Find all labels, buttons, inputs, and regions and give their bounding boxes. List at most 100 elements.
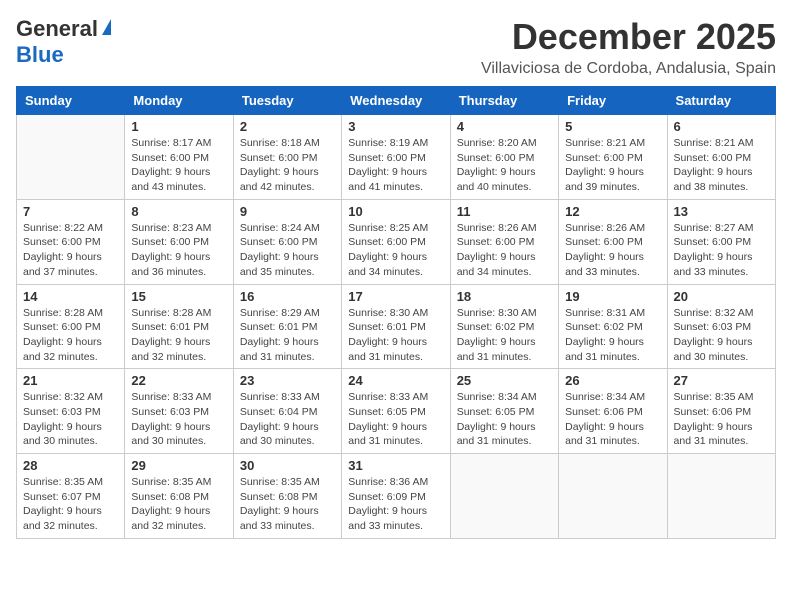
day-number: 31 <box>348 458 443 473</box>
day-info: Sunrise: 8:35 AMSunset: 6:08 PMDaylight:… <box>240 475 335 534</box>
day-number: 16 <box>240 289 335 304</box>
day-number: 21 <box>23 373 118 388</box>
day-number: 9 <box>240 204 335 219</box>
day-number: 6 <box>674 119 769 134</box>
day-number: 17 <box>348 289 443 304</box>
calendar-cell <box>450 454 558 539</box>
calendar-cell: 31 Sunrise: 8:36 AMSunset: 6:09 PMDayligh… <box>342 454 450 539</box>
day-info: Sunrise: 8:17 AMSunset: 6:00 PMDaylight:… <box>131 136 226 195</box>
calendar-week-row: 14 Sunrise: 8:28 AMSunset: 6:00 PMDayligh… <box>17 284 776 369</box>
calendar-cell: 20 Sunrise: 8:32 AMSunset: 6:03 PMDayligh… <box>667 284 775 369</box>
day-number: 7 <box>23 204 118 219</box>
day-info: Sunrise: 8:28 AMSunset: 6:00 PMDaylight:… <box>23 306 118 365</box>
logo-triangle-icon <box>102 19 111 35</box>
calendar-cell: 8 Sunrise: 8:23 AMSunset: 6:00 PMDaylight… <box>125 199 233 284</box>
day-info: Sunrise: 8:22 AMSunset: 6:00 PMDaylight:… <box>23 221 118 280</box>
calendar-week-row: 21Sunrise: 8:32 AMSunset: 6:03 PMDayligh… <box>17 369 776 454</box>
day-info: Sunrise: 8:25 AMSunset: 6:00 PMDaylight:… <box>348 221 443 280</box>
day-number: 5 <box>565 119 660 134</box>
weekday-header: Saturday <box>667 87 775 115</box>
title-block: December 2025 Villaviciosa de Cordoba, A… <box>481 16 776 78</box>
calendar-cell: 10 Sunrise: 8:25 AMSunset: 6:00 PMDayligh… <box>342 199 450 284</box>
day-info: Sunrise: 8:28 AMSunset: 6:01 PMDaylight:… <box>131 306 226 365</box>
calendar-cell: 15 Sunrise: 8:28 AMSunset: 6:01 PMDayligh… <box>125 284 233 369</box>
calendar-cell <box>667 454 775 539</box>
day-info: Sunrise: 8:26 AMSunset: 6:00 PMDaylight:… <box>565 221 660 280</box>
day-number: 27 <box>674 373 769 388</box>
day-number: 20 <box>674 289 769 304</box>
day-number: 26 <box>565 373 660 388</box>
day-number: 24 <box>348 373 443 388</box>
weekday-header: Friday <box>559 87 667 115</box>
calendar-week-row: 1 Sunrise: 8:17 AMSunset: 6:00 PMDaylight… <box>17 115 776 200</box>
calendar-cell: 7 Sunrise: 8:22 AMSunset: 6:00 PMDaylight… <box>17 199 125 284</box>
day-info: Sunrise: 8:21 AMSunset: 6:00 PMDaylight:… <box>565 136 660 195</box>
calendar-cell: 19Sunrise: 8:31 AMSunset: 6:02 PMDayligh… <box>559 284 667 369</box>
calendar-cell: 17 Sunrise: 8:30 AMSunset: 6:01 PMDayligh… <box>342 284 450 369</box>
day-number: 4 <box>457 119 552 134</box>
day-info: Sunrise: 8:35 AMSunset: 6:07 PMDaylight:… <box>23 475 118 534</box>
calendar-cell: 18Sunrise: 8:30 AMSunset: 6:02 PMDayligh… <box>450 284 558 369</box>
calendar-cell: 29 Sunrise: 8:35 AMSunset: 6:08 PMDayligh… <box>125 454 233 539</box>
logo-blue-text: Blue <box>16 42 64 68</box>
calendar-cell: 11 Sunrise: 8:26 AMSunset: 6:00 PMDayligh… <box>450 199 558 284</box>
calendar-cell: 4 Sunrise: 8:20 AMSunset: 6:00 PMDaylight… <box>450 115 558 200</box>
day-info: Sunrise: 8:24 AMSunset: 6:00 PMDaylight:… <box>240 221 335 280</box>
day-info: Sunrise: 8:32 AMSunset: 6:03 PMDaylight:… <box>674 306 769 365</box>
calendar-cell: 23Sunrise: 8:33 AMSunset: 6:04 PMDayligh… <box>233 369 341 454</box>
day-info: Sunrise: 8:35 AMSunset: 6:08 PMDaylight:… <box>131 475 226 534</box>
day-info: Sunrise: 8:36 AMSunset: 6:09 PMDaylight:… <box>348 475 443 534</box>
logo: General Blue <box>16 16 111 68</box>
day-number: 2 <box>240 119 335 134</box>
day-number: 19 <box>565 289 660 304</box>
calendar-cell: 28 Sunrise: 8:35 AMSunset: 6:07 PMDayligh… <box>17 454 125 539</box>
calendar-cell: 24 Sunrise: 8:33 AMSunset: 6:05 PMDayligh… <box>342 369 450 454</box>
day-info: Sunrise: 8:30 AMSunset: 6:01 PMDaylight:… <box>348 306 443 365</box>
day-number: 22 <box>131 373 226 388</box>
day-number: 12 <box>565 204 660 219</box>
calendar-table: SundayMondayTuesdayWednesdayThursdayFrid… <box>16 86 776 539</box>
calendar-cell: 12 Sunrise: 8:26 AMSunset: 6:00 PMDayligh… <box>559 199 667 284</box>
day-info: Sunrise: 8:34 AMSunset: 6:05 PMDaylight:… <box>457 390 552 449</box>
day-number: 25 <box>457 373 552 388</box>
day-number: 14 <box>23 289 118 304</box>
calendar-cell: 13 Sunrise: 8:27 AMSunset: 6:00 PMDayligh… <box>667 199 775 284</box>
day-number: 29 <box>131 458 226 473</box>
day-info: Sunrise: 8:19 AMSunset: 6:00 PMDaylight:… <box>348 136 443 195</box>
day-number: 28 <box>23 458 118 473</box>
day-info: Sunrise: 8:33 AMSunset: 6:04 PMDaylight:… <box>240 390 335 449</box>
calendar-cell: 2Sunrise: 8:18 AMSunset: 6:00 PMDaylight… <box>233 115 341 200</box>
calendar-cell: 1 Sunrise: 8:17 AMSunset: 6:00 PMDaylight… <box>125 115 233 200</box>
weekday-header: Sunday <box>17 87 125 115</box>
calendar-cell: 14 Sunrise: 8:28 AMSunset: 6:00 PMDayligh… <box>17 284 125 369</box>
day-info: Sunrise: 8:27 AMSunset: 6:00 PMDaylight:… <box>674 221 769 280</box>
calendar-cell: 30Sunrise: 8:35 AMSunset: 6:08 PMDayligh… <box>233 454 341 539</box>
day-info: Sunrise: 8:30 AMSunset: 6:02 PMDaylight:… <box>457 306 552 365</box>
day-info: Sunrise: 8:26 AMSunset: 6:00 PMDaylight:… <box>457 221 552 280</box>
day-info: Sunrise: 8:29 AMSunset: 6:01 PMDaylight:… <box>240 306 335 365</box>
day-info: Sunrise: 8:21 AMSunset: 6:00 PMDaylight:… <box>674 136 769 195</box>
weekday-header: Thursday <box>450 87 558 115</box>
day-info: Sunrise: 8:20 AMSunset: 6:00 PMDaylight:… <box>457 136 552 195</box>
calendar-week-row: 28 Sunrise: 8:35 AMSunset: 6:07 PMDayligh… <box>17 454 776 539</box>
calendar-cell: 16 Sunrise: 8:29 AMSunset: 6:01 PMDayligh… <box>233 284 341 369</box>
month-title: December 2025 <box>481 16 776 58</box>
calendar-cell <box>17 115 125 200</box>
day-number: 3 <box>348 119 443 134</box>
calendar-cell: 6 Sunrise: 8:21 AMSunset: 6:00 PMDaylight… <box>667 115 775 200</box>
day-info: Sunrise: 8:34 AMSunset: 6:06 PMDaylight:… <box>565 390 660 449</box>
calendar-cell <box>559 454 667 539</box>
day-number: 11 <box>457 204 552 219</box>
day-info: Sunrise: 8:33 AMSunset: 6:05 PMDaylight:… <box>348 390 443 449</box>
calendar-cell: 22 Sunrise: 8:33 AMSunset: 6:03 PMDayligh… <box>125 369 233 454</box>
calendar-cell: 21Sunrise: 8:32 AMSunset: 6:03 PMDayligh… <box>17 369 125 454</box>
day-number: 8 <box>131 204 226 219</box>
day-number: 10 <box>348 204 443 219</box>
page-header: General Blue December 2025 Villaviciosa … <box>16 16 776 78</box>
day-number: 13 <box>674 204 769 219</box>
calendar-cell: 25 Sunrise: 8:34 AMSunset: 6:05 PMDayligh… <box>450 369 558 454</box>
day-info: Sunrise: 8:23 AMSunset: 6:00 PMDaylight:… <box>131 221 226 280</box>
day-number: 15 <box>131 289 226 304</box>
day-number: 1 <box>131 119 226 134</box>
day-info: Sunrise: 8:33 AMSunset: 6:03 PMDaylight:… <box>131 390 226 449</box>
